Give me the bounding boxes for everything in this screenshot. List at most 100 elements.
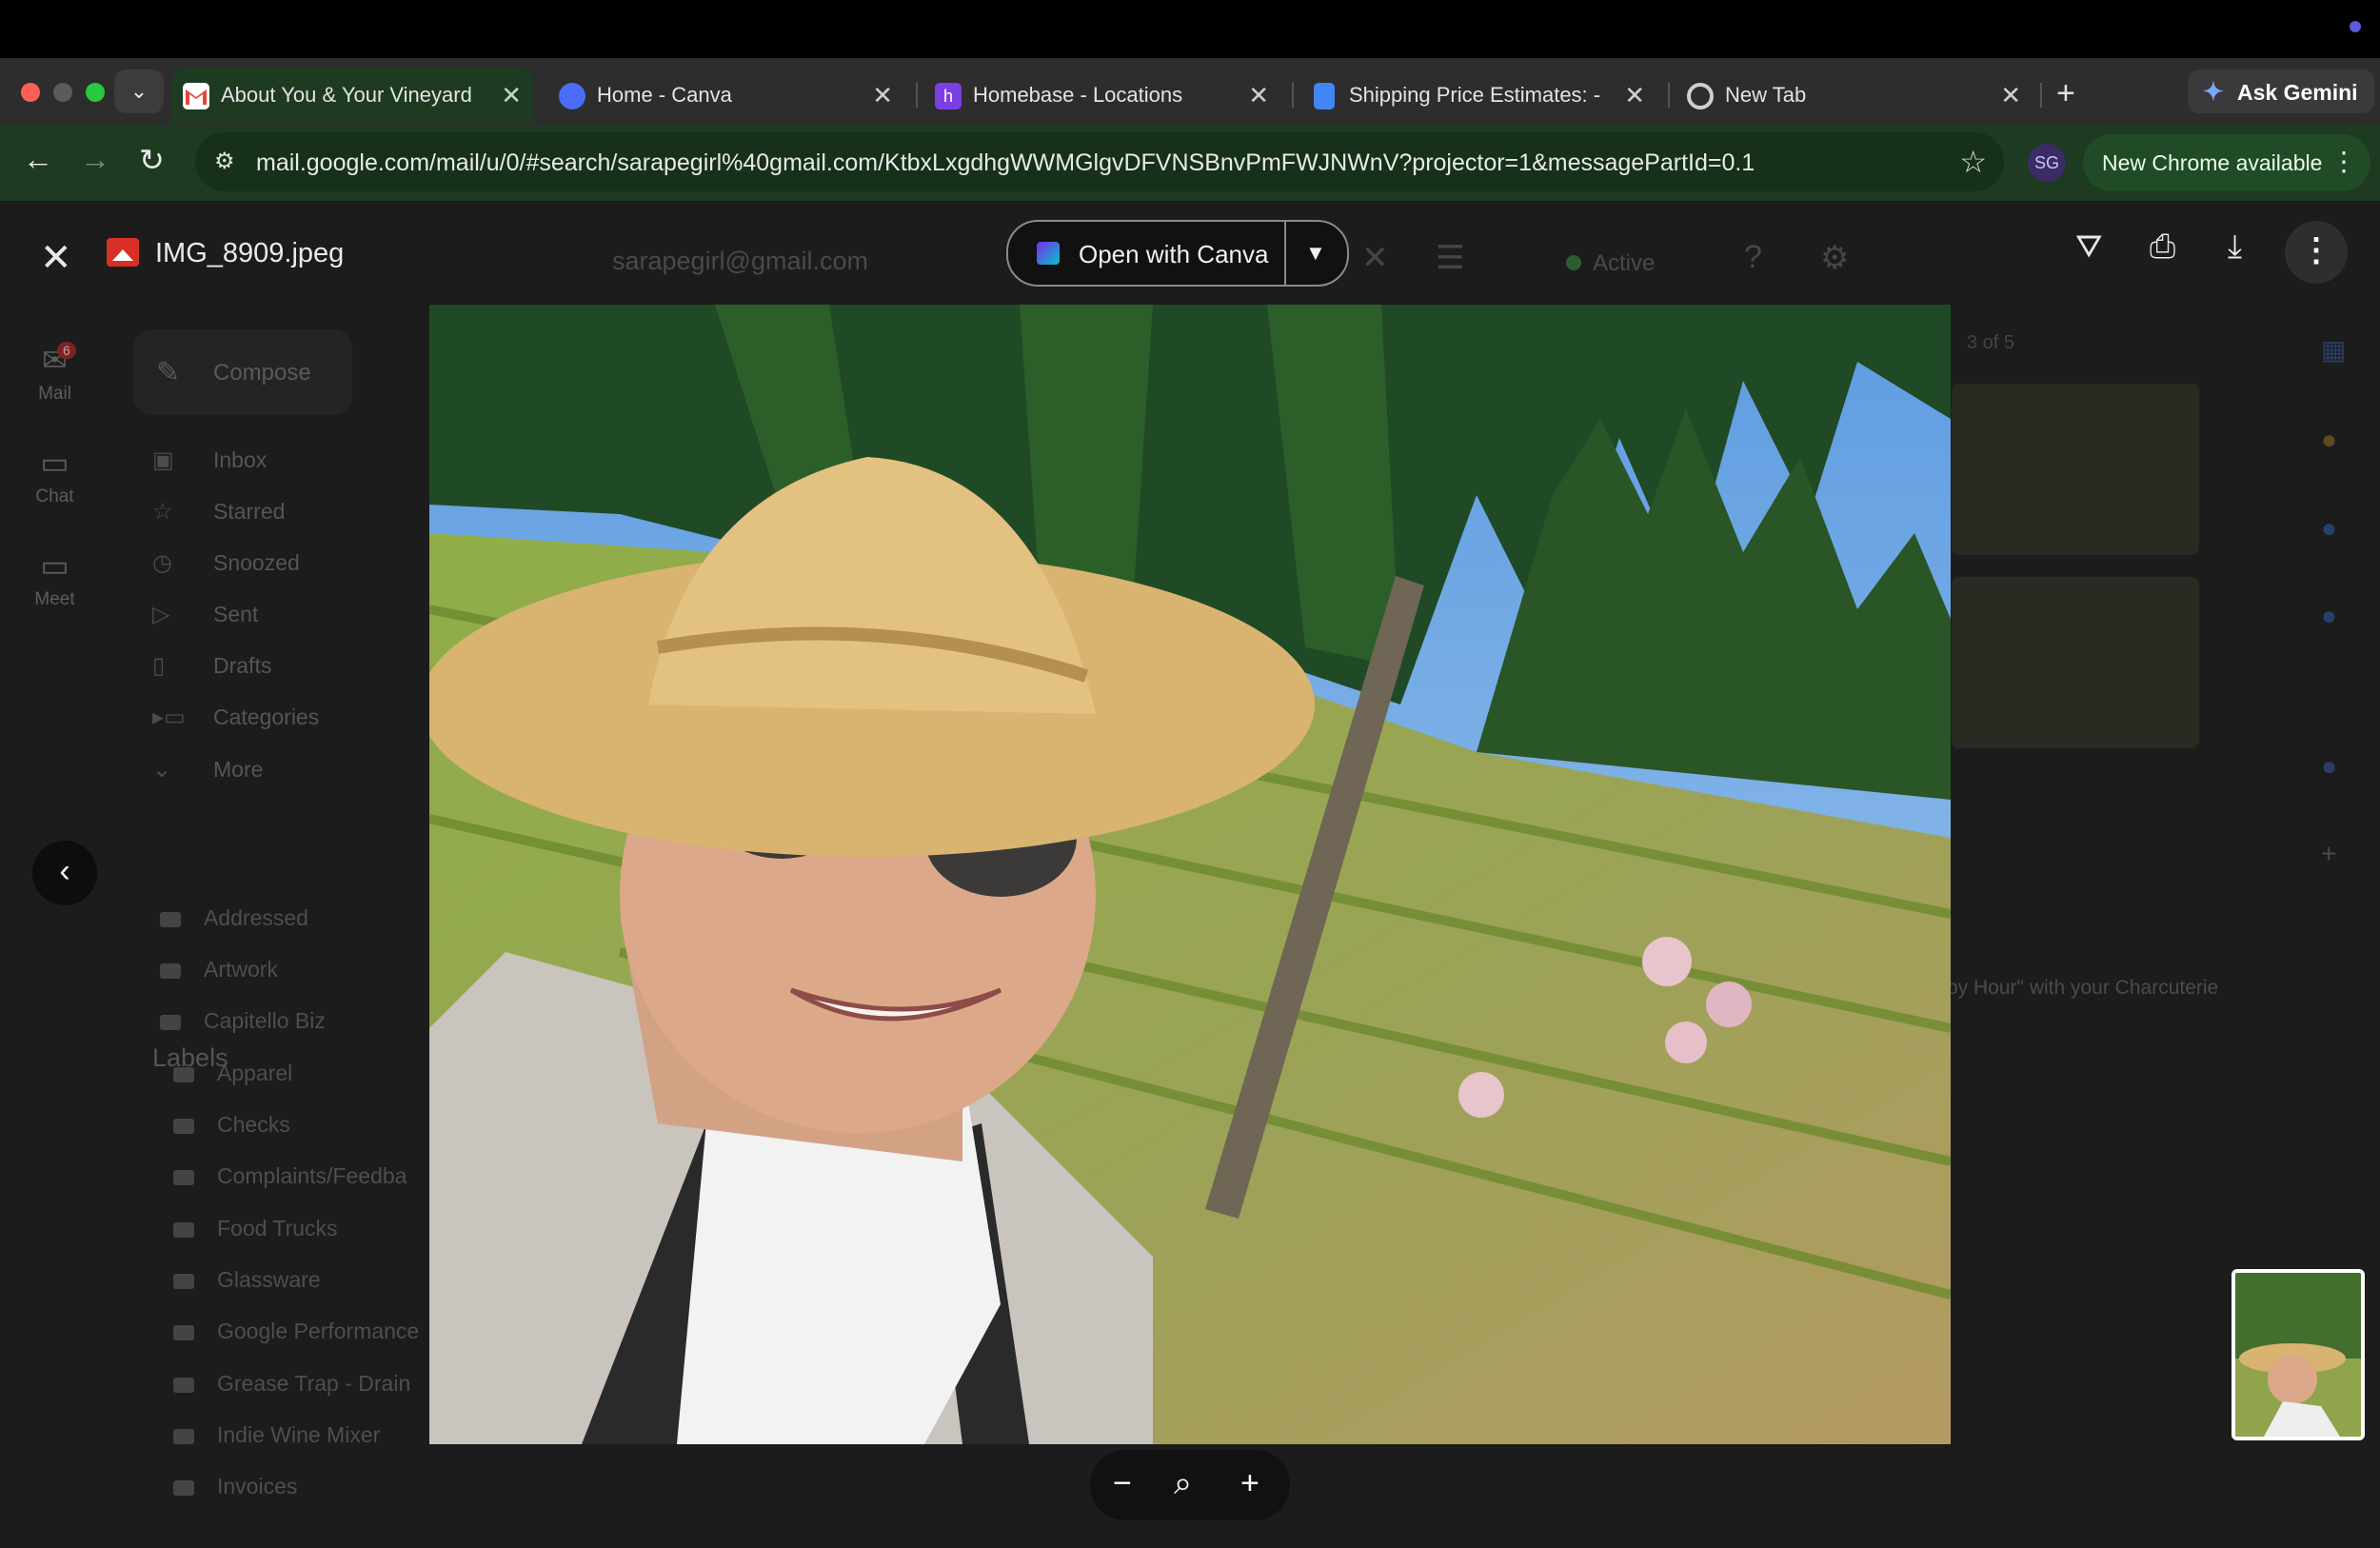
label-item[interactable]: Indie Wine Mixer (173, 1422, 380, 1448)
label-item[interactable]: Google Performance (173, 1319, 419, 1344)
tab-homebase[interactable]: h Homebase - Locations ✕ (923, 68, 1280, 123)
open-with-label: Open with Canva (1079, 240, 1269, 268)
label-item[interactable]: Food Trucks (173, 1216, 338, 1241)
print-icon[interactable]: ⎙ (2150, 228, 2175, 266)
label-item[interactable]: Apparel (173, 1061, 292, 1086)
tab-title: Shipping Price Estimates: - ( (1349, 83, 1606, 107)
compose-label: Compose (213, 360, 311, 386)
thumbnail-image (2235, 1273, 2361, 1437)
nav-inbox[interactable]: ▣ Inbox (152, 447, 267, 474)
bookmark-star-icon[interactable]: ☆ (1959, 144, 1987, 180)
label-tag-icon (173, 1066, 194, 1082)
canva-icon (559, 83, 585, 109)
zoom-out-icon[interactable]: − (1113, 1465, 1132, 1502)
tab-close-icon[interactable]: ✕ (501, 81, 522, 110)
add-to-drive-icon[interactable]: ⛛ (2075, 228, 2103, 266)
ask-gemini-button[interactable]: ✦ Ask Gemini (2188, 69, 2374, 113)
calendar-icon: ▦ (2321, 335, 2347, 365)
tab-separator (1292, 83, 1294, 108)
rail-mail[interactable]: ✉ 6 Mail (19, 342, 90, 405)
zoom-reset-icon[interactable]: ⌕ (1174, 1465, 1192, 1502)
unread-badge: 6 (57, 342, 76, 359)
address-bar[interactable]: ⚙ mail.google.com/mail/u/0/#search/sarap… (195, 132, 2004, 191)
tab-gmail[interactable]: About You & Your Vineyard - ✕ (171, 68, 533, 123)
tab-canva[interactable]: Home - Canva ✕ (547, 68, 904, 123)
label-item[interactable]: Glassware (173, 1267, 321, 1293)
nav-label: Starred (213, 499, 286, 524)
open-with-canva-button[interactable]: Open with Canva ▼ (1006, 220, 1349, 287)
back-arrow-icon[interactable]: ← (23, 142, 53, 177)
compose-button[interactable]: ✎ Compose (133, 329, 352, 415)
zoom-in-icon[interactable]: + (1240, 1465, 1259, 1502)
profile-avatar[interactable]: SG (2028, 144, 2066, 182)
new-tab-button[interactable]: + (2056, 75, 2075, 112)
nav-label: Categories (213, 705, 320, 729)
nav-more[interactable]: ⌄ More (152, 756, 263, 784)
tab-close-icon[interactable]: ✕ (2000, 81, 2021, 110)
docs-icon (1314, 83, 1335, 109)
status-dot-icon (1566, 255, 1581, 270)
new-chrome-available-button[interactable]: New Chrome available ⋮ (2083, 134, 2370, 191)
nav-categories[interactable]: ▸▭ Categories (152, 704, 319, 731)
tab-close-icon[interactable]: ✕ (1248, 81, 1269, 110)
update-label: New Chrome available (2102, 150, 2323, 175)
download-icon[interactable]: ⤓ (2228, 228, 2242, 266)
more-vert-icon: ⋮ (2330, 147, 2357, 176)
chevron-down-icon: ⌄ (152, 757, 172, 783)
rail-label: Mail (38, 384, 71, 404)
send-icon: ▷ (152, 602, 170, 627)
nav-label: Sent (213, 602, 259, 626)
url-text[interactable]: mail.google.com/mail/u/0/#search/sarapeg… (256, 149, 1755, 177)
site-info-icon[interactable]: ⚙ (214, 148, 235, 175)
window-minimize-button[interactable] (53, 83, 72, 102)
reload-icon[interactable]: ↻ (139, 142, 165, 178)
label-text: Grease Trap - Drain (217, 1371, 411, 1396)
tab-close-icon[interactable]: ✕ (1624, 81, 1645, 110)
label-tag-icon (173, 1479, 194, 1496)
nav-label: Inbox (213, 447, 268, 472)
label-item[interactable]: Addressed (160, 905, 308, 931)
addon-icon: ● (2321, 751, 2337, 781)
chrome-icon (1687, 83, 1714, 109)
label-item[interactable]: Invoices (173, 1474, 297, 1499)
forward-arrow-icon[interactable]: → (80, 142, 110, 177)
dropdown-caret-icon[interactable]: ▼ (1305, 241, 1326, 266)
label-tag-icon (173, 1169, 194, 1185)
label-text: Indie Wine Mixer (217, 1422, 381, 1447)
nav-snoozed[interactable]: ◷ Snoozed (152, 549, 300, 577)
window-zoom-button[interactable] (86, 83, 105, 102)
help-icon: ? (1744, 239, 1762, 275)
previous-image-button[interactable]: ‹ (32, 841, 97, 905)
rail-meet[interactable]: ▭ Meet (19, 547, 90, 610)
nav-sent[interactable]: ▷ Sent (152, 601, 258, 628)
tab-close-icon[interactable]: ✕ (872, 81, 893, 110)
close-viewer-icon[interactable]: ✕ (40, 236, 72, 280)
tab-search-button[interactable]: ⌄ (114, 69, 164, 113)
tab-separator (2040, 83, 2042, 108)
tab-separator (1668, 83, 1670, 108)
thumbnail-current[interactable] (2231, 1269, 2365, 1440)
nav-drafts[interactable]: ▯ Drafts (152, 652, 271, 680)
inbox-icon: ▣ (152, 447, 174, 473)
window-close-button[interactable] (21, 83, 40, 102)
label-item[interactable]: Complaints/Feedba (173, 1163, 407, 1189)
tab-shipping-doc[interactable]: Shipping Price Estimates: - ( ✕ (1299, 68, 1656, 123)
nav-starred[interactable]: ☆ Starred (152, 498, 285, 526)
more-options-button[interactable]: ⋮ (2285, 221, 2348, 284)
button-divider (1284, 222, 1286, 285)
rail-chat[interactable]: ▭ Chat (19, 445, 90, 507)
label-item[interactable]: Checks (173, 1112, 290, 1138)
clock-icon: ◷ (152, 550, 172, 576)
label-icon: ▸▭ (152, 705, 186, 730)
label-text: Google Performance (217, 1319, 420, 1343)
label-text: Complaints/Feedba (217, 1163, 407, 1188)
label-text: Capitello Biz (204, 1008, 326, 1033)
tab-new-tab[interactable]: New Tab ✕ (1676, 68, 2033, 123)
label-item[interactable]: Grease Trap - Drain (173, 1371, 410, 1397)
os-menu-bar (0, 0, 2380, 58)
label-text: Checks (217, 1112, 290, 1137)
label-item[interactable]: Capitello Biz (160, 1008, 326, 1034)
image-file-icon (107, 238, 139, 267)
label-item[interactable]: Artwork (160, 957, 278, 982)
image-preview[interactable] (429, 305, 1951, 1444)
